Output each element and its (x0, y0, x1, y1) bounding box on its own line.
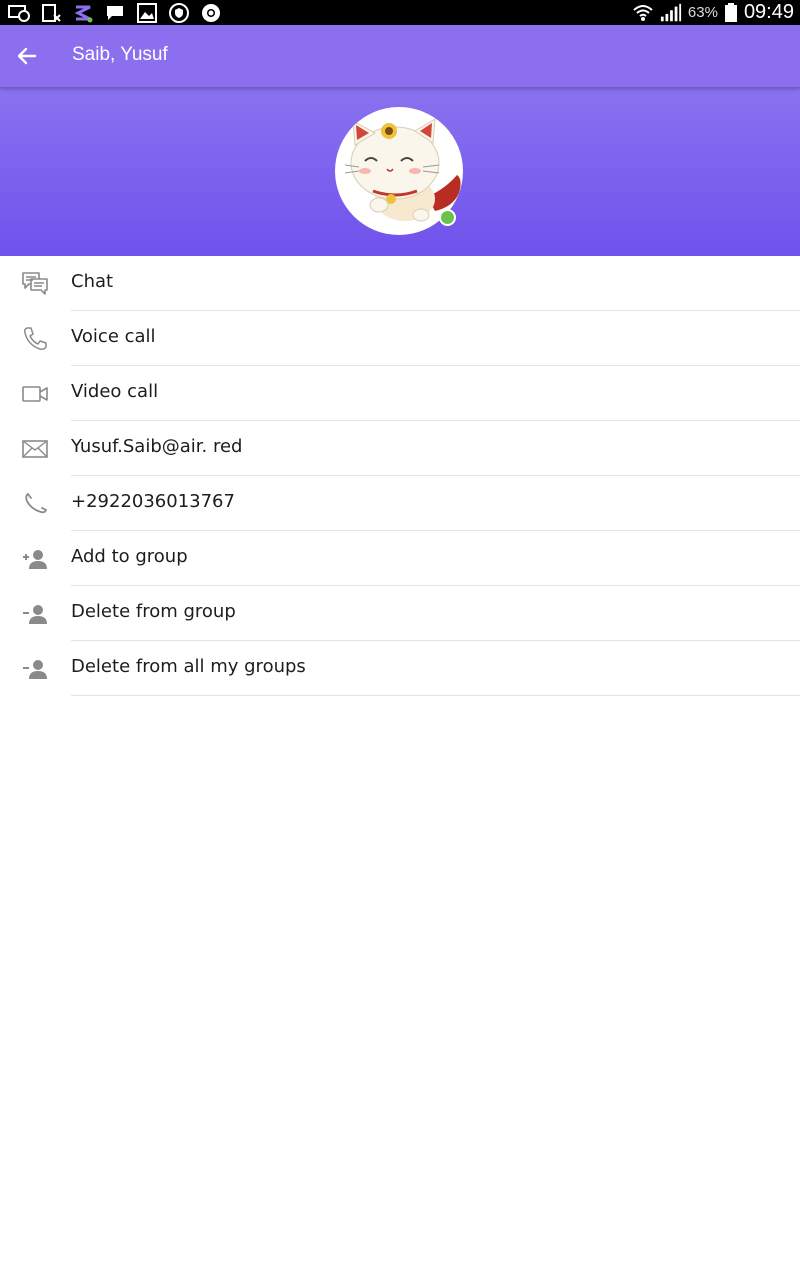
contact-name-title: Saib, Yusuf (72, 44, 168, 65)
notification-icons (8, 2, 222, 24)
email-action[interactable]: Yusuf.Saib@air. red (0, 421, 800, 476)
phone-number-action[interactable]: +2922036013767 (0, 476, 800, 531)
image-icon (136, 3, 158, 23)
add-person-icon (20, 546, 50, 572)
remove-person-icon (20, 656, 50, 682)
email-label: Yusuf.Saib@air. red (71, 436, 243, 457)
envelope-icon (20, 436, 50, 462)
delete-from-group-action[interactable]: Delete from group (0, 586, 800, 641)
delete-from-all-groups-label: Delete from all my groups (71, 656, 306, 677)
phone-number-label: +2922036013767 (71, 491, 235, 512)
status-bar: 63% 09:49 (0, 0, 800, 25)
delete-from-all-groups-action[interactable]: Delete from all my groups (0, 641, 800, 696)
back-button[interactable] (12, 41, 42, 71)
battery-icon (724, 2, 738, 23)
contact-actions-list: Chat Voice call Video call Yusuf.Saib@ai… (0, 256, 800, 696)
online-status-indicator (439, 209, 456, 226)
profile-header (0, 87, 800, 256)
calculator-icon (40, 3, 62, 23)
chat-label: Chat (71, 271, 114, 292)
video-call-label: Video call (71, 381, 159, 402)
cast-icon (8, 3, 30, 23)
signal-icon (660, 3, 682, 23)
add-to-group-label: Add to group (71, 546, 188, 567)
chat-action[interactable]: Chat (0, 256, 800, 311)
app-s-icon (72, 3, 94, 23)
chrome-icon (200, 3, 222, 23)
message-icon (104, 3, 126, 23)
delete-from-group-label: Delete from group (71, 601, 236, 622)
battery-percent: 63% (687, 4, 718, 21)
arrow-left-icon (17, 47, 37, 65)
wifi-icon (632, 3, 654, 23)
video-camera-icon (20, 381, 50, 407)
app-toolbar: Saib, Yusuf (0, 25, 800, 87)
phone-handset-icon (20, 491, 50, 517)
video-call-action[interactable]: Video call (0, 366, 800, 421)
voice-call-action[interactable]: Voice call (0, 311, 800, 366)
voice-call-label: Voice call (71, 326, 156, 347)
system-indicators: 63% 09:49 (632, 0, 794, 25)
divider (71, 695, 800, 696)
remove-person-icon (20, 601, 50, 627)
chat-icon (20, 271, 50, 297)
add-to-group-action[interactable]: Add to group (0, 531, 800, 586)
shield-icon (168, 3, 190, 23)
phone-icon (20, 326, 50, 352)
clock: 09:49 (743, 1, 794, 23)
